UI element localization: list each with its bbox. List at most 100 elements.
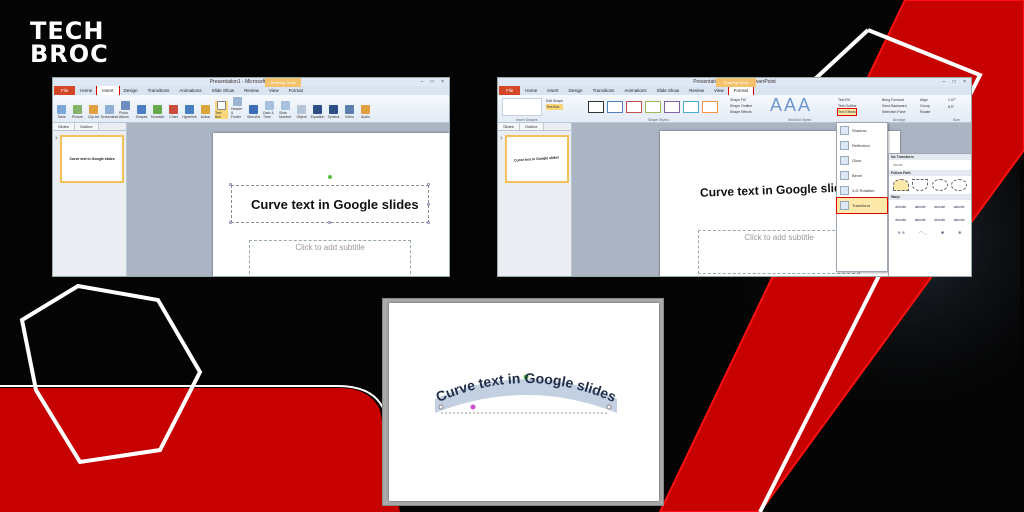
tab-animations[interactable]: Animations xyxy=(174,86,206,95)
menu-item-shadow[interactable]: Shadow xyxy=(837,123,887,138)
text-box-button[interactable]: Text Box xyxy=(546,104,564,110)
menu-item-3d-rotation[interactable]: 3-D Rotation xyxy=(837,183,887,198)
title-bar: Presentation1 - Microsoft PowerPoint – □… xyxy=(53,78,449,86)
tab-design[interactable]: Design xyxy=(564,86,588,95)
shapes-gallery[interactable] xyxy=(502,98,542,116)
shape-format-commands: Shape Fill Shape Outline Shape Effects xyxy=(730,97,752,115)
menu-item-bevel[interactable]: Bevel xyxy=(837,168,887,183)
tab-slide-show[interactable]: Slide Show xyxy=(652,86,685,95)
tab-outline[interactable]: Outline xyxy=(74,123,99,130)
warp-option[interactable]: abcde xyxy=(915,204,926,209)
date-time-button[interactable]: Date & Time xyxy=(263,101,276,119)
slide-number-button[interactable]: Slide Number xyxy=(279,101,292,119)
transform-icon xyxy=(840,201,849,210)
tab-home[interactable]: Home xyxy=(75,86,97,95)
warp-shape-icon[interactable]: ≋≋ xyxy=(897,230,906,235)
picture-button[interactable]: Picture xyxy=(71,105,84,119)
header-footer-button[interactable]: Header & Footer xyxy=(231,97,244,119)
tab-slides[interactable]: Slides xyxy=(53,123,75,130)
slide-thumbnail[interactable]: Curve text in Google slides xyxy=(505,135,569,183)
warp-shape-icon[interactable]: ❋ xyxy=(958,230,962,235)
tab-animations[interactable]: Animations xyxy=(619,86,651,95)
tab-design[interactable]: Design xyxy=(119,86,143,95)
clip-art-button[interactable]: Clip Art xyxy=(87,105,100,119)
warp-option[interactable]: abcde xyxy=(915,217,926,222)
equation-button[interactable]: Equation xyxy=(311,105,324,119)
slide-title[interactable]: Curve text in Google slides xyxy=(251,197,419,212)
tab-transitions[interactable]: Transitions xyxy=(588,86,620,95)
warp-option[interactable]: abcde xyxy=(934,217,945,222)
slide-title[interactable]: Curve text in Google slides xyxy=(700,180,855,199)
tab-insert[interactable]: Insert xyxy=(96,85,120,96)
resize-handle[interactable] xyxy=(328,221,331,224)
resize-handle[interactable] xyxy=(427,203,430,206)
audio-button[interactable]: Audio xyxy=(359,105,372,119)
tab-view[interactable]: View xyxy=(264,86,284,95)
tab-review[interactable]: Review xyxy=(684,86,709,95)
hyperlink-button[interactable]: Hyperlink xyxy=(182,105,197,119)
selection-pane-button[interactable]: Selection Pane xyxy=(882,109,907,115)
screenshot-button[interactable]: Screenshot xyxy=(101,105,118,119)
tab-slides[interactable]: Slides xyxy=(498,123,520,130)
warp-option[interactable]: abcde xyxy=(934,204,945,209)
menu-item-transform[interactable]: Transform xyxy=(836,197,888,214)
circle-option[interactable] xyxy=(931,179,948,191)
tab-view[interactable]: View xyxy=(709,86,729,95)
symbol-button[interactable]: Symbol xyxy=(327,105,340,119)
curved-text-art[interactable]: Curve text in Google slides xyxy=(389,303,659,501)
tab-review[interactable]: Review xyxy=(239,86,264,95)
menu-item-glow[interactable]: Glow xyxy=(837,153,887,168)
text-box-button[interactable]: Text Box xyxy=(215,101,228,119)
window-controls[interactable]: – □ × xyxy=(943,78,970,86)
slide[interactable]: Curve text in Google slides xyxy=(389,303,659,501)
shape-effects-button[interactable]: Shape Effects xyxy=(730,109,752,115)
slide[interactable]: Curve text in Google slides Click to add… xyxy=(213,133,449,276)
slide-thumbnail[interactable]: Curve text in Google slides xyxy=(60,135,124,183)
table-button[interactable]: Table xyxy=(55,105,68,119)
rotate-button[interactable]: Rotate xyxy=(920,109,930,115)
video-button[interactable]: Video xyxy=(343,105,356,119)
wordart-styles-gallery[interactable]: AAA xyxy=(770,95,812,116)
tab-home[interactable]: Home xyxy=(520,86,542,95)
tab-format[interactable]: Format xyxy=(284,86,308,95)
tab-file[interactable]: File xyxy=(499,86,521,95)
resize-handle[interactable] xyxy=(427,221,430,224)
tab-outline[interactable]: Outline xyxy=(519,123,544,130)
warp-option[interactable]: abcde xyxy=(954,204,965,209)
smartart-button[interactable]: SmartArt xyxy=(151,105,164,119)
window-controls[interactable]: – □ × xyxy=(421,78,448,86)
object-button[interactable]: Object xyxy=(295,105,308,119)
tab-insert[interactable]: Insert xyxy=(542,86,563,95)
button-option[interactable] xyxy=(951,179,968,191)
resize-handle[interactable] xyxy=(427,183,430,186)
height-field[interactable]: 1.07" xyxy=(948,97,956,104)
rotate-handle[interactable] xyxy=(328,175,332,179)
menu-item-reflection[interactable]: Reflection xyxy=(837,138,887,153)
ribbon-tabs: File Home Insert Design Transitions Anim… xyxy=(53,85,449,96)
tab-file[interactable]: File xyxy=(54,86,76,95)
warp-option[interactable]: abcde xyxy=(895,204,906,209)
warp-option[interactable]: abcde xyxy=(895,217,906,222)
warp-shape-icon[interactable]: ◠◡ xyxy=(919,230,928,235)
shape-styles-gallery[interactable] xyxy=(588,101,718,113)
action-button[interactable]: Action xyxy=(199,105,212,119)
group-label: Arrange xyxy=(893,118,906,122)
warp-option[interactable]: abcde xyxy=(954,217,965,222)
resize-handle[interactable] xyxy=(229,183,232,186)
tab-transitions[interactable]: Transitions xyxy=(143,86,175,95)
photo-album-button[interactable]: Photo Album xyxy=(119,101,132,119)
width-field[interactable]: 8.5" xyxy=(948,104,956,111)
no-transform-option[interactable]: abcde xyxy=(889,160,971,170)
resize-handle[interactable] xyxy=(229,221,232,224)
wordart-button[interactable]: WordArt xyxy=(247,105,260,119)
text-effects-button[interactable]: Text Effects xyxy=(836,108,858,116)
chart-button[interactable]: Chart xyxy=(167,105,180,119)
tab-slide-show[interactable]: Slide Show xyxy=(207,86,240,95)
group-label: WordArt Styles xyxy=(788,118,812,122)
arch-up-option[interactable] xyxy=(892,179,909,191)
arch-down-option[interactable] xyxy=(912,179,929,191)
subtitle-placeholder[interactable]: Click to add subtitle xyxy=(249,240,411,276)
shapes-button[interactable]: Shapes xyxy=(135,105,148,119)
tab-format[interactable]: Format xyxy=(727,85,754,96)
warp-shape-icon[interactable]: ✺ xyxy=(941,230,945,235)
